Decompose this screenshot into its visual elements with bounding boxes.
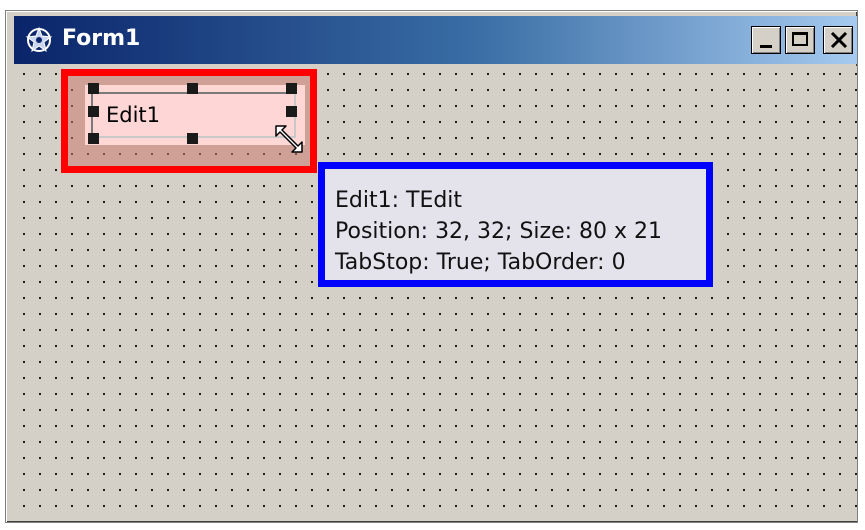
minimize-icon	[760, 45, 772, 48]
close-icon	[830, 32, 848, 48]
window-title: Form1	[62, 26, 141, 51]
resize-handle-top-right[interactable]	[286, 83, 297, 94]
resize-handle-bottom-left[interactable]	[88, 133, 99, 144]
resize-handle-right[interactable]	[286, 106, 297, 117]
edit1-text: Edit1	[106, 103, 161, 127]
resize-handle-top[interactable]	[187, 83, 198, 94]
hint-position-size: Position: 32, 32; Size: 80 x 21	[335, 219, 663, 244]
resize-handle-top-left[interactable]	[88, 83, 99, 94]
minimize-button[interactable]	[751, 26, 781, 54]
hint-name-type: Edit1: TEdit	[335, 188, 463, 213]
diagonal-resize-cursor-icon	[275, 125, 303, 153]
hint-tab-info: TabStop: True; TabOrder: 0	[335, 250, 626, 275]
title-bar[interactable]: Form1	[14, 16, 857, 64]
resize-handle-left[interactable]	[88, 106, 99, 117]
resize-handle-bottom[interactable]	[187, 133, 198, 144]
maximize-button[interactable]	[785, 26, 815, 54]
close-button[interactable]	[823, 26, 853, 54]
maximize-icon	[792, 32, 808, 46]
delphi-form-icon	[25, 26, 53, 53]
